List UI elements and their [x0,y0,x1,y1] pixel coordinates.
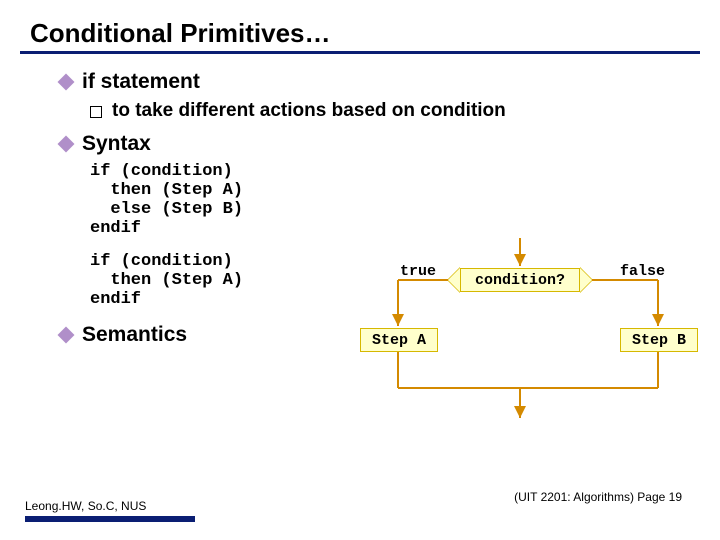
condition-node: condition? [460,268,580,292]
bullet-if-statement: if statement [60,70,720,94]
sub-bullet-text: to take different actions based on condi… [112,100,506,122]
diamond-bullet-icon [58,74,75,91]
footer-left-wrap: Leong.HW, So.C, NUS [25,499,195,522]
step-b-node: Step B [620,328,698,352]
label-false: false [620,263,665,280]
diamond-bullet-icon [58,136,75,153]
label-true: true [400,263,436,280]
flowchart: condition? true false Step A Step B [340,218,700,428]
flowchart-arrows [340,218,700,428]
footer-author: Leong.HW, So.C, NUS [25,499,195,516]
bullet-text: if statement [82,70,200,94]
sub-bullet-condition: to take different actions based on condi… [90,100,720,122]
footer-page-info: (UIT 2201: Algorithms) Page 19 [514,490,682,504]
step-a-node: Step A [360,328,438,352]
square-bullet-icon [90,106,102,118]
bullet-text: Syntax [82,132,151,156]
diamond-left-icon [448,268,460,292]
diamond-right-icon [580,268,592,292]
slide-title: Conditional Primitives… [0,0,720,51]
bullet-syntax: Syntax [60,132,720,156]
bullet-text: Semantics [82,323,187,347]
footer-bar [25,516,195,522]
diamond-bullet-icon [58,327,75,344]
